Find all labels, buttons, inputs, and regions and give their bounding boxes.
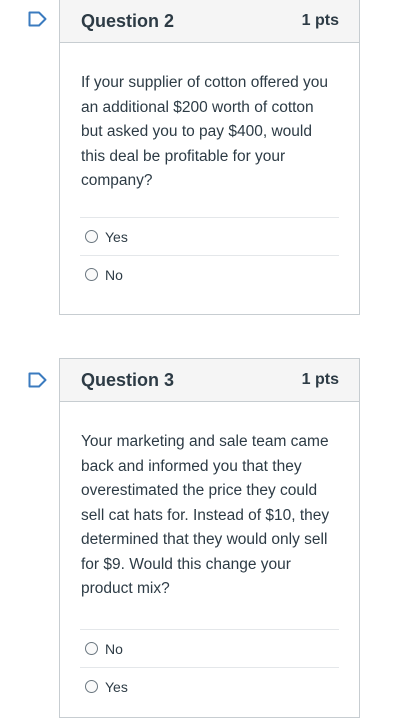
answer-label: Yes (105, 678, 128, 695)
question-points: 1 pts (301, 371, 339, 388)
question-header: Question 3 1 pts (60, 359, 359, 402)
question-text: Your marketing and sale team came back a… (81, 433, 330, 597)
answer-option-yes[interactable]: Yes (80, 217, 339, 255)
question-points: 1 pts (301, 12, 339, 29)
question-text: If your supplier of cotton offered you a… (81, 74, 329, 189)
question-card: Question 2 1 pts If your supplier of cot… (59, 0, 360, 315)
radio-button[interactable] (85, 642, 98, 655)
radio-button[interactable] (85, 268, 98, 281)
answer-list: No Yes (80, 629, 339, 705)
answer-option-no[interactable]: No (80, 629, 339, 667)
flag-question-icon[interactable] (28, 11, 48, 27)
question-title: Question 2 (81, 10, 175, 31)
answer-option-no[interactable]: No (80, 255, 339, 293)
answer-label: No (105, 266, 123, 283)
answer-label: No (105, 640, 123, 657)
answer-list: Yes No (80, 217, 339, 293)
question-header: Question 2 1 pts (60, 0, 359, 43)
flag-question-icon[interactable] (28, 372, 48, 388)
question-card: Question 3 1 pts Your marketing and sale… (59, 358, 360, 718)
question-title: Question 3 (81, 369, 175, 390)
answer-label: Yes (105, 228, 128, 245)
radio-button[interactable] (85, 680, 98, 693)
answer-option-yes[interactable]: Yes (80, 667, 339, 705)
radio-button[interactable] (85, 230, 98, 243)
